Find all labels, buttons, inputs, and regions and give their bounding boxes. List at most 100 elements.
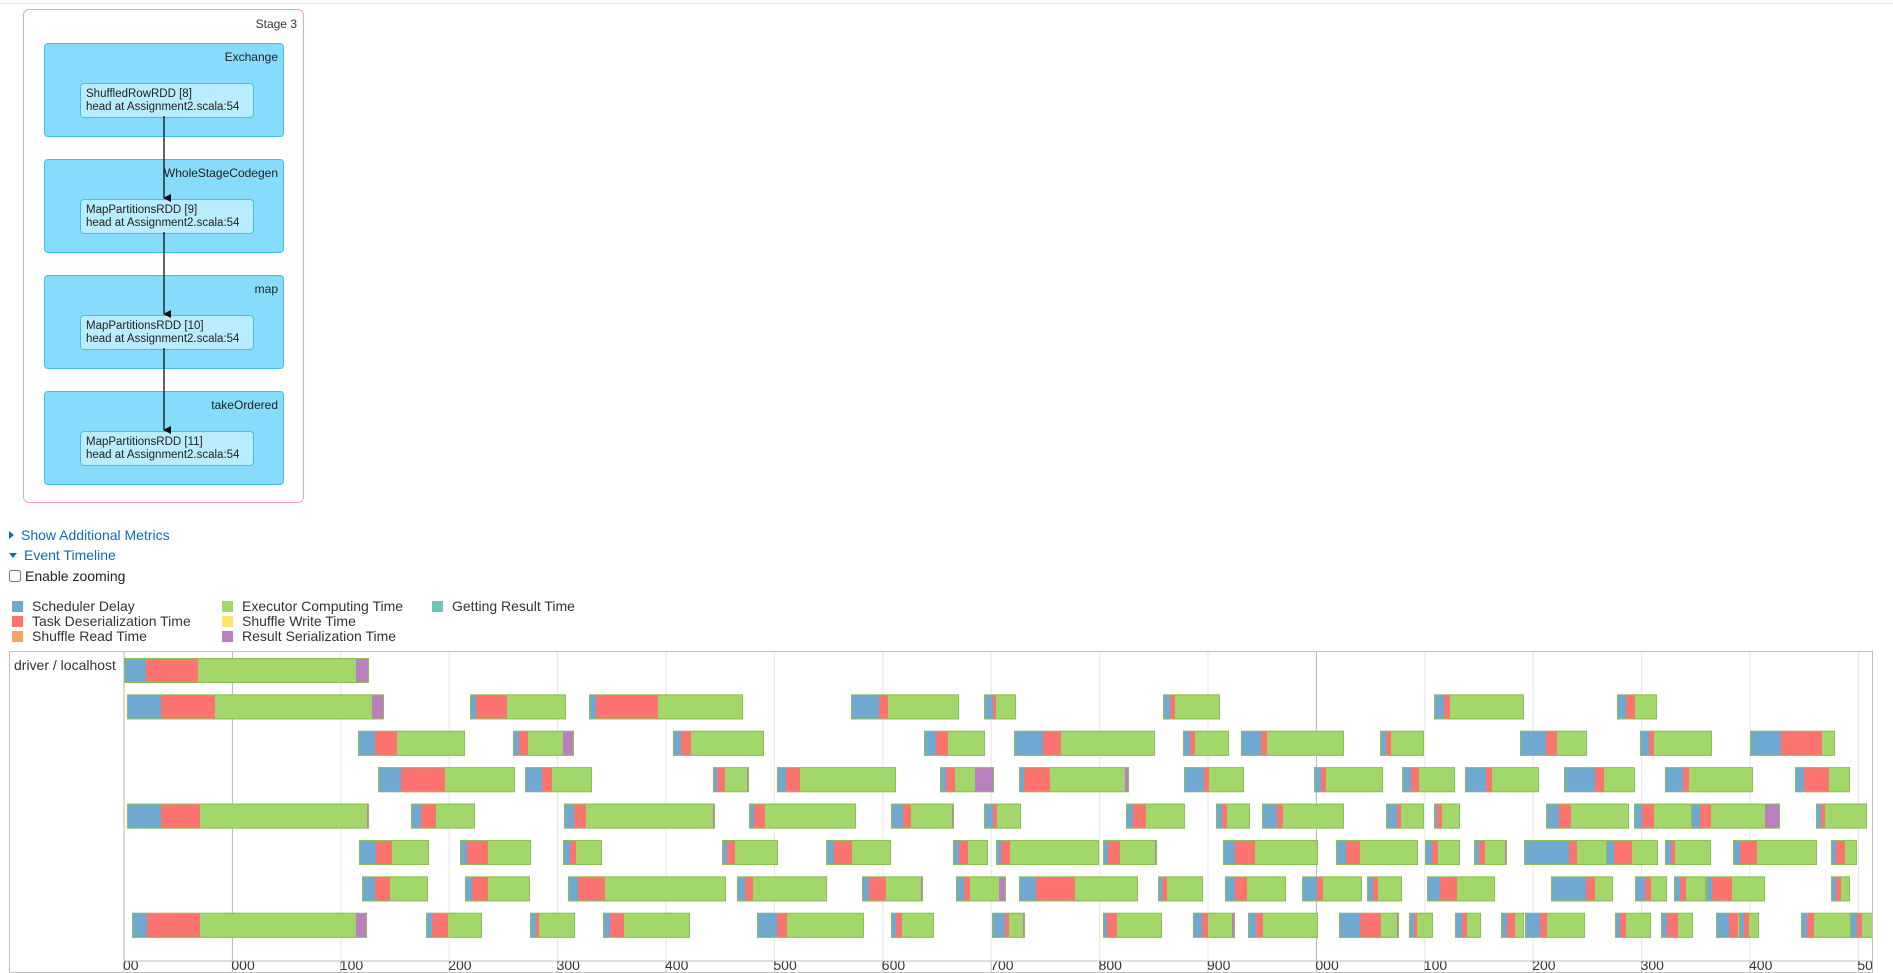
task-bar[interactable] — [1103, 840, 1157, 865]
task-bar[interactable] — [1019, 767, 1129, 793]
task-bar[interactable] — [358, 730, 465, 756]
task-bar[interactable] — [1465, 767, 1539, 793]
task-bar[interactable] — [713, 767, 749, 793]
task-bar[interactable] — [1520, 730, 1587, 756]
task-bar[interactable] — [124, 658, 369, 683]
task-bar[interactable] — [1380, 730, 1424, 756]
task-bar[interactable] — [1831, 840, 1857, 865]
task-bar[interactable] — [1635, 876, 1667, 902]
task-bar[interactable] — [1184, 767, 1244, 793]
task-bar[interactable] — [1665, 840, 1711, 865]
task-bar[interactable] — [1314, 767, 1383, 793]
task-bar[interactable] — [722, 840, 778, 865]
task-bar[interactable] — [589, 694, 743, 720]
task-bar[interactable] — [1126, 803, 1185, 829]
task-bar[interactable] — [1163, 694, 1220, 720]
task-bar[interactable] — [1336, 840, 1418, 865]
task-bar[interactable] — [940, 767, 994, 793]
timeline-canvas[interactable]: 00 000 100 200 300 400 500 600 700 800 900 000 100 20… — [10, 652, 1873, 973]
task-bar[interactable] — [127, 803, 369, 829]
rdd-node-8[interactable]: ShuffledRowRDD [8] head at Assignment2.s… — [80, 83, 254, 118]
task-bar[interactable] — [1409, 912, 1433, 938]
task-bar[interactable] — [984, 803, 1021, 829]
event-timeline-toggle[interactable]: Event Timeline — [9, 547, 116, 563]
task-bar[interactable] — [749, 803, 856, 829]
rdd-node-10[interactable]: MapPartitionsRDD [10] head at Assignment… — [80, 315, 254, 350]
task-bar[interactable] — [862, 876, 923, 902]
task-bar[interactable] — [470, 694, 566, 720]
task-bar[interactable] — [603, 912, 690, 938]
task-bar[interactable] — [953, 840, 988, 865]
task-bar[interactable] — [1103, 912, 1162, 938]
task-bar[interactable] — [359, 840, 429, 865]
task-bar[interactable] — [1223, 840, 1318, 865]
task-bar[interactable] — [1241, 730, 1344, 756]
task-bar[interactable] — [1386, 803, 1424, 829]
task-bar[interactable] — [1525, 912, 1585, 938]
task-bar[interactable] — [1739, 912, 1759, 938]
task-bar[interactable] — [826, 840, 891, 865]
task-bar[interactable] — [132, 912, 367, 938]
task-bar[interactable] — [1606, 840, 1658, 865]
task-bar[interactable] — [1427, 876, 1495, 902]
task-bar[interactable] — [673, 730, 764, 756]
task-bar[interactable] — [1795, 767, 1850, 793]
task-bar[interactable] — [1816, 803, 1867, 829]
task-bar[interactable] — [1225, 876, 1286, 902]
task-bar[interactable] — [460, 840, 531, 865]
task-bar[interactable] — [1615, 912, 1651, 938]
task-bar[interactable] — [465, 876, 530, 902]
task-bar[interactable] — [563, 840, 602, 865]
task-bar[interactable] — [1501, 912, 1524, 938]
task-bar[interactable] — [1524, 840, 1609, 865]
task-bar[interactable] — [426, 912, 482, 938]
task-bar[interactable] — [1640, 730, 1712, 756]
task-bar[interactable] — [411, 803, 475, 829]
task-bar[interactable] — [568, 876, 726, 902]
task-bar[interactable] — [1434, 694, 1524, 720]
task-bar[interactable] — [1733, 840, 1817, 865]
task-bar[interactable] — [1248, 912, 1318, 938]
task-bar[interactable] — [1302, 876, 1362, 902]
task-bar[interactable] — [1850, 912, 1873, 938]
task-bar[interactable] — [378, 767, 515, 793]
task-bar[interactable] — [1158, 876, 1203, 902]
task-bar[interactable] — [1617, 694, 1657, 720]
task-bar[interactable] — [891, 912, 934, 938]
task-bar[interactable] — [1262, 803, 1344, 829]
task-bar[interactable] — [924, 730, 985, 756]
rdd-node-9[interactable]: MapPartitionsRDD [9] head at Assignment2… — [80, 199, 254, 234]
task-bar[interactable] — [1193, 912, 1235, 938]
rdd-node-11[interactable]: MapPartitionsRDD [11] head at Assignment… — [80, 431, 254, 466]
task-bar[interactable] — [1831, 876, 1850, 902]
task-bar[interactable] — [891, 803, 954, 829]
task-bar[interactable] — [1474, 840, 1507, 865]
enable-zooming-checkbox[interactable] — [9, 570, 21, 582]
task-bar[interactable] — [1661, 912, 1693, 938]
task-bar[interactable] — [1691, 803, 1780, 829]
task-bar[interactable] — [530, 912, 575, 938]
task-bar[interactable] — [1706, 876, 1765, 902]
task-bar[interactable] — [1402, 767, 1455, 793]
task-bar[interactable] — [996, 840, 1099, 865]
task-bar[interactable] — [1546, 803, 1629, 829]
task-bar[interactable] — [956, 876, 1006, 902]
task-bar[interactable] — [1014, 730, 1155, 756]
task-bar[interactable] — [127, 694, 384, 720]
task-bar[interactable] — [737, 876, 827, 902]
task-bar[interactable] — [1551, 876, 1613, 902]
task-bar[interactable] — [1425, 840, 1460, 865]
task-bar[interactable] — [1434, 803, 1460, 829]
task-bar[interactable] — [1750, 730, 1835, 756]
task-bar[interactable] — [1367, 876, 1402, 902]
task-bar[interactable] — [1339, 912, 1399, 938]
show-additional-metrics-toggle[interactable]: Show Additional Metrics — [9, 527, 170, 543]
task-bar[interactable] — [1665, 767, 1753, 793]
task-bar[interactable] — [1564, 767, 1635, 793]
task-bar[interactable] — [1455, 912, 1481, 938]
task-bar[interactable] — [851, 694, 959, 720]
enable-zooming-row[interactable]: Enable zooming — [9, 568, 125, 584]
task-bar[interactable] — [513, 730, 574, 756]
task-bar[interactable] — [1183, 730, 1229, 756]
task-bar[interactable] — [525, 767, 592, 793]
